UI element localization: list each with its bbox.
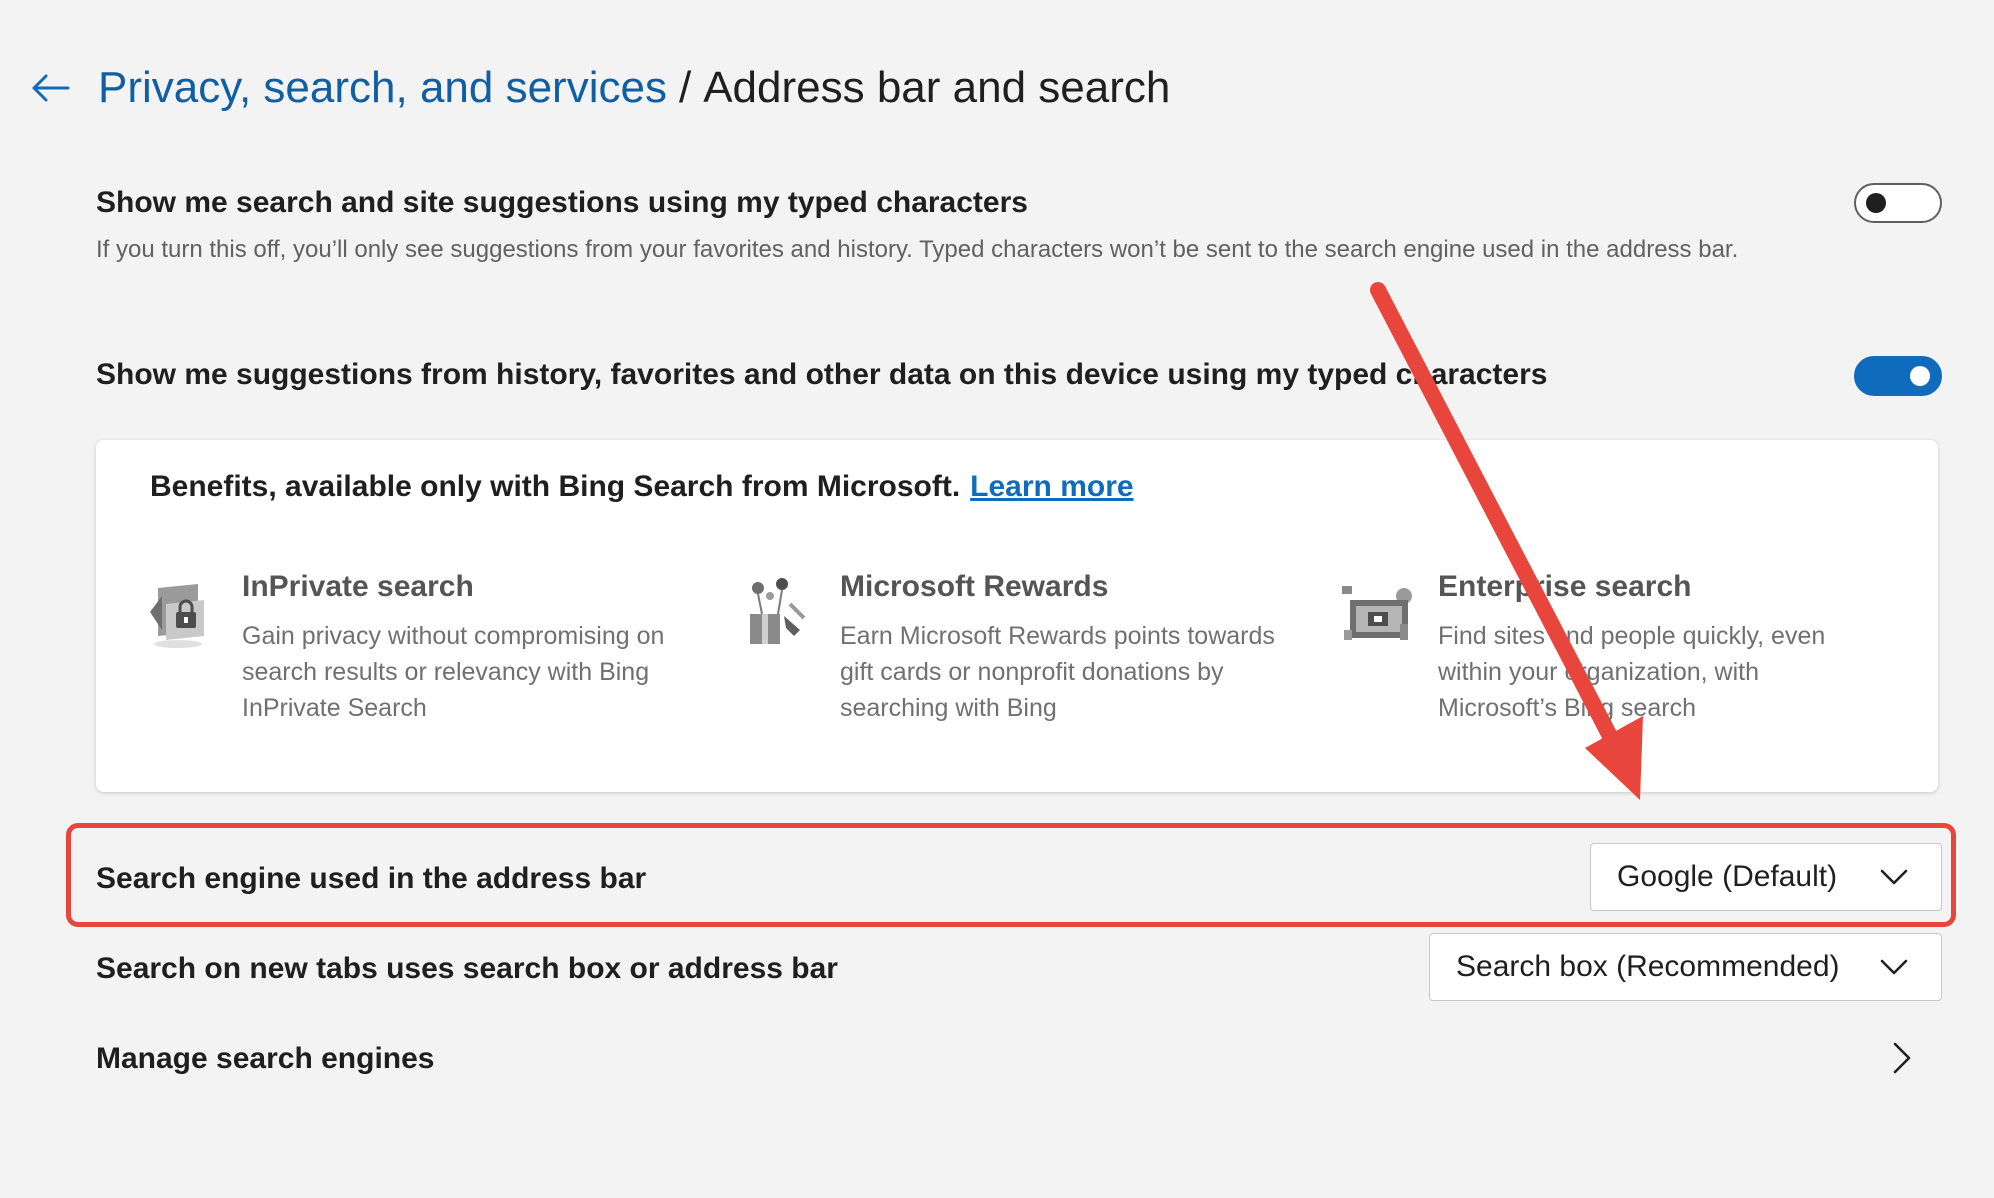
- inprivate-search-icon: [150, 584, 204, 648]
- search-engine-value: Google (Default): [1617, 860, 1838, 893]
- benefit-description: Find sites and people quickly, even with…: [1438, 622, 1826, 722]
- benefit-title: Microsoft Rewards: [840, 570, 1109, 603]
- manage-search-engines-label: Manage search engines: [96, 1042, 435, 1075]
- toggle-knob: [1866, 193, 1886, 213]
- arrow-left-icon: [32, 74, 70, 102]
- setting-local-suggestions: Show me suggestions from history, favori…: [96, 358, 1942, 392]
- new-tab-search-value: Search box (Recommended): [1456, 950, 1840, 983]
- learn-more-link[interactable]: Learn more: [970, 470, 1133, 503]
- benefits-title: Benefits, available only with Bing Searc…: [150, 470, 961, 503]
- setting-typed-suggestions: Show me search and site suggestions usin…: [96, 186, 1942, 268]
- back-button[interactable]: [28, 66, 72, 110]
- benefits-heading: Benefits, available only with Bing Searc…: [150, 470, 1134, 504]
- benefit-description: Earn Microsoft Rewards points towards gi…: [840, 622, 1275, 722]
- benefit-title: Enterprise search: [1438, 570, 1692, 603]
- breadcrumb-separator: /: [678, 63, 692, 112]
- search-engine-dropdown[interactable]: Google (Default): [1590, 843, 1942, 911]
- page-title: Address bar and search: [703, 63, 1171, 112]
- manage-search-engines-row[interactable]: Manage search engines: [96, 1042, 1942, 1076]
- bing-benefits-card: Benefits, available only with Bing Searc…: [96, 440, 1938, 792]
- typed-suggestions-toggle[interactable]: [1854, 183, 1942, 223]
- chevron-down-icon: [1880, 869, 1908, 885]
- breadcrumb-parent-link[interactable]: Privacy, search, and services: [98, 63, 667, 113]
- chevron-right-icon[interactable]: [1890, 1040, 1914, 1076]
- toggle-knob: [1910, 366, 1930, 386]
- setting-local-suggestions-label: Show me suggestions from history, favori…: [96, 358, 1548, 391]
- new-tab-search-dropdown[interactable]: Search box (Recommended): [1429, 933, 1942, 1001]
- microsoft-rewards-icon: [750, 578, 806, 644]
- benefit-title: InPrivate search: [242, 570, 474, 603]
- local-suggestions-toggle[interactable]: [1854, 356, 1942, 396]
- benefit-description: Gain privacy without compromising on sea…: [242, 622, 665, 722]
- chevron-down-icon: [1880, 959, 1908, 975]
- enterprise-search-icon: [1342, 586, 1412, 640]
- setting-typed-suggestions-description: If you turn this off, you’ll only see su…: [96, 236, 1739, 263]
- breadcrumb: Privacy, search, and services / Address …: [28, 58, 1170, 118]
- setting-typed-suggestions-label: Show me search and site suggestions usin…: [96, 186, 1028, 219]
